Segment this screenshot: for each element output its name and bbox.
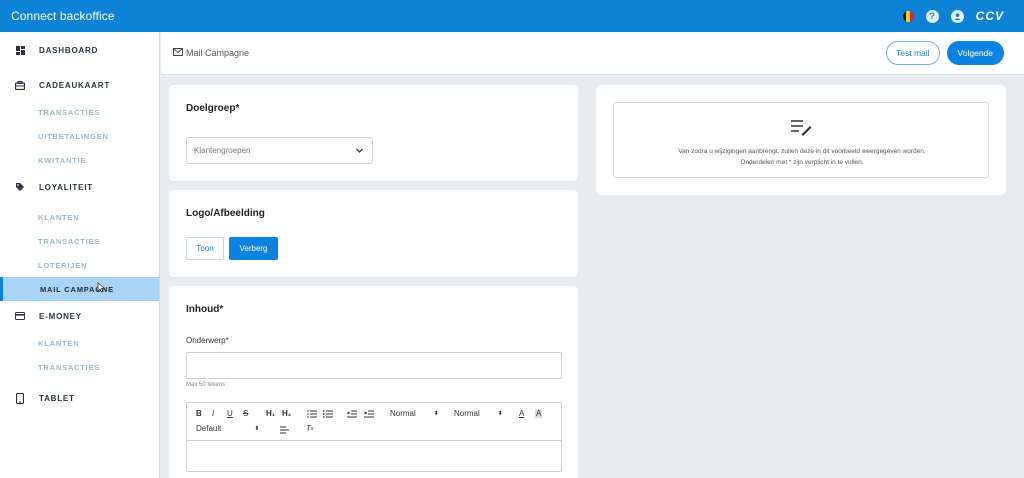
sidebar-item-tablet[interactable]: TABLET (0, 383, 159, 413)
sidebar-item-label: CADEAUKAART (39, 80, 111, 90)
card-icon (15, 311, 25, 321)
app-title: Connect backoffice (11, 9, 115, 23)
sidebar-item-dashboard[interactable]: DASHBOARD (0, 35, 159, 65)
mouse-cursor-icon (97, 280, 106, 298)
doelgroep-title: Doelgroep* (186, 103, 240, 114)
bold-button[interactable]: B (196, 409, 202, 418)
font-select[interactable]: Default ⬍ (196, 424, 259, 433)
sidebar-item-label: E-MONEY (39, 311, 82, 321)
sidebar-item-kwitantie[interactable]: KWITANTIE (0, 148, 159, 172)
strike-button[interactable]: S (243, 409, 248, 418)
align-icon[interactable] (280, 426, 289, 434)
sidebar-item-loyaliteit[interactable]: LOYALITEIT (0, 172, 159, 202)
sidebar-item-label: LOYALITEIT (39, 182, 93, 192)
ordered-list-icon[interactable] (307, 410, 317, 418)
preview-card: Van zodra u wijzigingen aanbrengt, zulle… (596, 85, 1006, 195)
inhoud-card: Inhoud* Onderwerp* Max 50 tekens B I U S… (169, 286, 578, 478)
doelgroep-select[interactable]: Klantengroepen (186, 137, 373, 164)
toon-button[interactable]: Toon (186, 237, 224, 260)
sidebar-item-cadeaukaart[interactable]: CADEAUKAART (0, 70, 159, 100)
h1-button[interactable]: H₁ (266, 409, 275, 418)
test-mail-button[interactable]: Test mail (886, 41, 940, 65)
chevron-down-icon (355, 146, 364, 157)
sidebar: DASHBOARD CADEAUKAART TRANSACTIES UITBET… (0, 32, 160, 478)
sidebar-item-transacties[interactable]: TRANSACTIES (0, 100, 159, 124)
preview-line-2: Onderdelen met * zijn verplicht in te vu… (740, 159, 864, 166)
editor-toolbar: B I U S H₁ H₂ Normal ⬍ Normal ⬍ A A Defa… (187, 403, 561, 441)
sidebar-item-mail-campagne[interactable]: MAIL CAMPAGNE (0, 277, 159, 301)
font-value: Default (196, 424, 222, 433)
sort-arrows-icon: ⬍ (433, 411, 439, 417)
top-bar: Connect backoffice ? CCV (0, 0, 1024, 32)
underline-button[interactable]: U (227, 409, 233, 418)
size-select[interactable]: Normal ⬍ (454, 409, 503, 418)
sidebar-item-klanten[interactable]: KLANTEN (0, 205, 159, 229)
sidebar-item-uitbetalingen[interactable]: UITBETALINGEN (0, 124, 159, 148)
dashboard-icon (15, 45, 25, 55)
subject-hint: Max 50 tekens (186, 382, 226, 388)
sidebar-item-e-money[interactable]: E-MONEY (0, 301, 159, 331)
clear-format-icon[interactable]: Tx (306, 424, 313, 433)
size-value: Normal (454, 409, 480, 418)
h2-button[interactable]: H₂ (282, 409, 291, 418)
subject-label: Onderwerp* (186, 336, 229, 345)
breadcrumb: Mail Campagne (173, 48, 249, 58)
mail-icon (173, 48, 183, 58)
help-icon[interactable]: ? (925, 9, 939, 23)
select-value: Klantengroepen (194, 146, 251, 155)
sort-arrows-icon: ⬍ (497, 411, 503, 417)
logo-card: Logo/Afbeelding Toon Verberg (169, 190, 578, 277)
doelgroep-card: Doelgroep* Klantengroepen (169, 85, 578, 181)
tablet-icon (15, 392, 25, 404)
sidebar-item-transacties[interactable]: TRANSACTIES (0, 229, 159, 253)
giftcard-icon (15, 80, 25, 90)
user-icon[interactable] (950, 9, 964, 23)
inhoud-title: Inhoud* (186, 304, 224, 315)
next-button[interactable]: Volgende (946, 41, 1004, 65)
sidebar-item-label: TABLET (39, 393, 75, 403)
logo-title: Logo/Afbeelding (186, 208, 265, 219)
format-select[interactable]: Normal ⬍ (390, 409, 439, 418)
text-color-icon[interactable]: A (519, 409, 524, 418)
sidebar-item-loterijen[interactable]: LOTERIJEN (0, 253, 159, 277)
rich-text-editor: B I U S H₁ H₂ Normal ⬍ Normal ⬍ A A Defa… (186, 402, 562, 472)
belgium-flag-icon[interactable] (902, 10, 914, 22)
breadcrumb-label: Mail Campagne (186, 48, 250, 58)
sidebar-item-klanten[interactable]: KLANTEN (0, 331, 159, 355)
subject-input[interactable] (186, 352, 562, 379)
format-value: Normal (390, 409, 416, 418)
tag-icon (15, 182, 25, 192)
background-color-icon[interactable]: A (535, 409, 543, 418)
bullet-list-icon[interactable] (323, 410, 333, 418)
page-header: Mail Campagne Test mail Volgende (161, 32, 1024, 75)
sidebar-item-transacties[interactable]: TRANSACTIES (0, 355, 159, 379)
verberg-button[interactable]: Verberg (229, 237, 278, 260)
brand-logo[interactable]: CCV (976, 9, 1004, 23)
edit-note-icon (790, 118, 812, 141)
preview-box: Van zodra u wijzigingen aanbrengt, zulle… (613, 102, 989, 178)
italic-button[interactable]: I (212, 409, 214, 418)
sort-arrows-icon: ⬍ (254, 426, 260, 432)
outdent-icon[interactable] (347, 410, 357, 418)
indent-icon[interactable] (364, 410, 374, 418)
preview-line-1: Van zodra u wijzigingen aanbrengt, zulle… (678, 148, 926, 155)
sidebar-item-label: DASHBOARD (39, 45, 99, 55)
